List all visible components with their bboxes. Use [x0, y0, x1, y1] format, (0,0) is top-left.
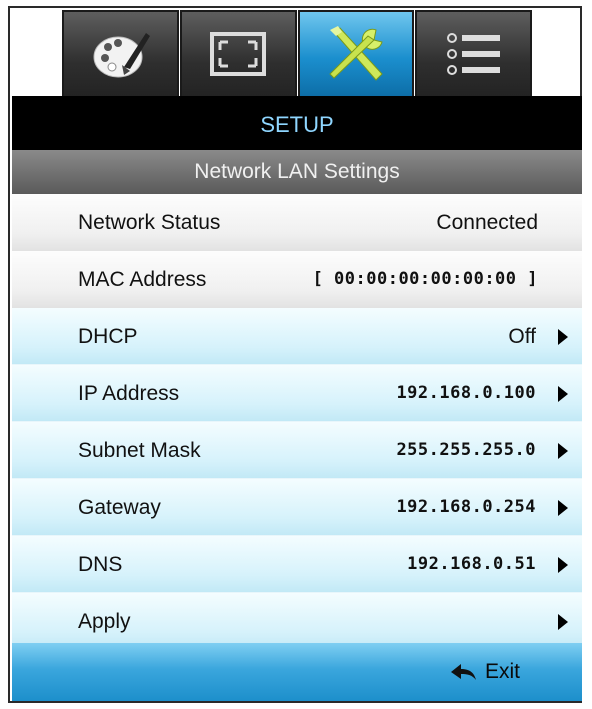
exit-button[interactable]: Exit [449, 643, 520, 701]
network-status-value: Connected [436, 211, 538, 234]
row-label: Gateway [78, 496, 161, 519]
row-label: MAC Address [78, 268, 207, 291]
row-label: Apply [78, 610, 131, 633]
gateway-value: 192.168.0.254 [396, 497, 536, 517]
back-arrow-icon [450, 664, 476, 680]
ip-address-value: 192.168.0.100 [396, 383, 536, 403]
screen-resize-icon [210, 32, 267, 76]
tab-display[interactable] [62, 10, 179, 96]
arrow-right-icon [558, 386, 568, 402]
subnet-mask-value: 255.255.255.0 [396, 440, 536, 460]
section-title: Network LAN Settings [12, 150, 582, 194]
row-label: Network Status [78, 211, 221, 234]
ip-address-row[interactable]: IP Address 192.168.0.100 [12, 365, 582, 422]
network-status-row: Network Status Connected [12, 194, 582, 251]
arrow-right-icon [558, 614, 568, 630]
tab-image[interactable] [179, 10, 297, 96]
row-label: DHCP [78, 325, 138, 348]
arrow-right-icon [558, 500, 568, 516]
dns-row[interactable]: DNS 192.168.0.51 [12, 536, 582, 593]
exit-label: Exit [484, 660, 520, 683]
row-label: Subnet Mask [78, 439, 201, 462]
tab-setup[interactable] [297, 10, 415, 96]
arrow-right-icon [558, 443, 568, 459]
gateway-row[interactable]: Gateway 192.168.0.254 [12, 479, 582, 536]
menu-list-icon [446, 33, 500, 75]
mac-address-value: [ 00:00:00:00:00:00 ] [312, 269, 538, 289]
tools-icon [329, 26, 383, 81]
arrow-right-icon [558, 329, 568, 345]
network-lan-panel: SETUP Network LAN Settings Network Statu… [12, 96, 582, 701]
footer-bar: Exit [12, 643, 582, 701]
dhcp-value: Off [508, 325, 536, 348]
arrow-right-icon [558, 557, 568, 573]
apply-row[interactable]: Apply [12, 593, 582, 650]
dhcp-row[interactable]: DHCP Off [12, 308, 582, 365]
row-label: IP Address [78, 382, 180, 405]
mac-address-row: MAC Address [ 00:00:00:00:00:00 ] [12, 251, 582, 308]
page-title: SETUP [12, 96, 582, 150]
tab-options[interactable] [415, 10, 532, 96]
row-label: DNS [78, 553, 123, 576]
menu-tabbar [62, 10, 532, 96]
palette-icon [93, 33, 151, 78]
subnet-mask-row[interactable]: Subnet Mask 255.255.255.0 [12, 422, 582, 479]
dns-value: 192.168.0.51 [407, 554, 536, 574]
